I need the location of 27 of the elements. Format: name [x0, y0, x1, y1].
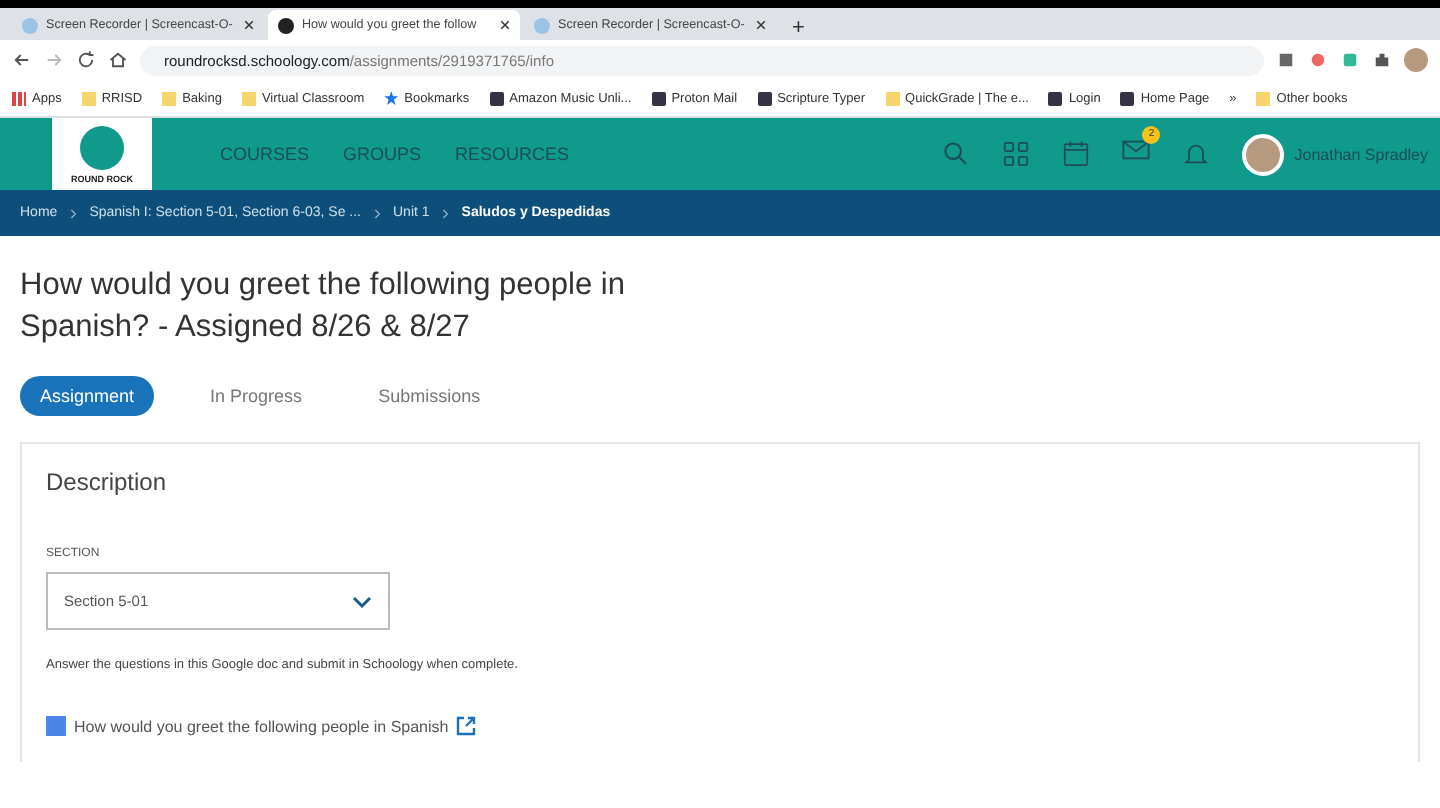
new-tab-button[interactable]: +: [780, 16, 817, 40]
home-icon[interactable]: [108, 50, 128, 70]
avatar[interactable]: [1404, 48, 1428, 72]
back-icon[interactable]: [12, 50, 32, 70]
avatar[interactable]: [1242, 133, 1285, 175]
close-icon[interactable]: [756, 20, 766, 30]
chevron-icon: [373, 207, 381, 219]
chevron-down-icon[interactable]: [352, 595, 372, 607]
close-icon[interactable]: [500, 20, 510, 30]
search-icon[interactable]: [942, 140, 971, 168]
bell-icon[interactable]: [1182, 140, 1211, 168]
tab[interactable]: In Progress: [190, 376, 323, 416]
page-title: How would you greet the following people in Spanish? - Assigned 8/26 & 8/27: [20, 266, 627, 348]
tab[interactable]: Submissions: [358, 376, 501, 416]
reload-icon[interactable]: [76, 50, 96, 70]
document-icon: [46, 716, 66, 736]
grid-icon[interactable]: [1002, 140, 1031, 168]
external-link-icon[interactable]: [456, 716, 477, 736]
document-link[interactable]: How would you greet the following people in Spanish: [74, 717, 449, 735]
chevron-icon: [441, 207, 450, 219]
section-heading: Description: [46, 468, 169, 496]
chevron-icon: [69, 207, 78, 219]
close-icon[interactable]: [244, 20, 254, 30]
calendar-icon[interactable]: [1062, 140, 1091, 168]
mail-icon[interactable]: [1122, 135, 1151, 163]
puzzle-icon[interactable]: [1372, 50, 1392, 70]
tab[interactable]: Assignment: [20, 376, 155, 416]
